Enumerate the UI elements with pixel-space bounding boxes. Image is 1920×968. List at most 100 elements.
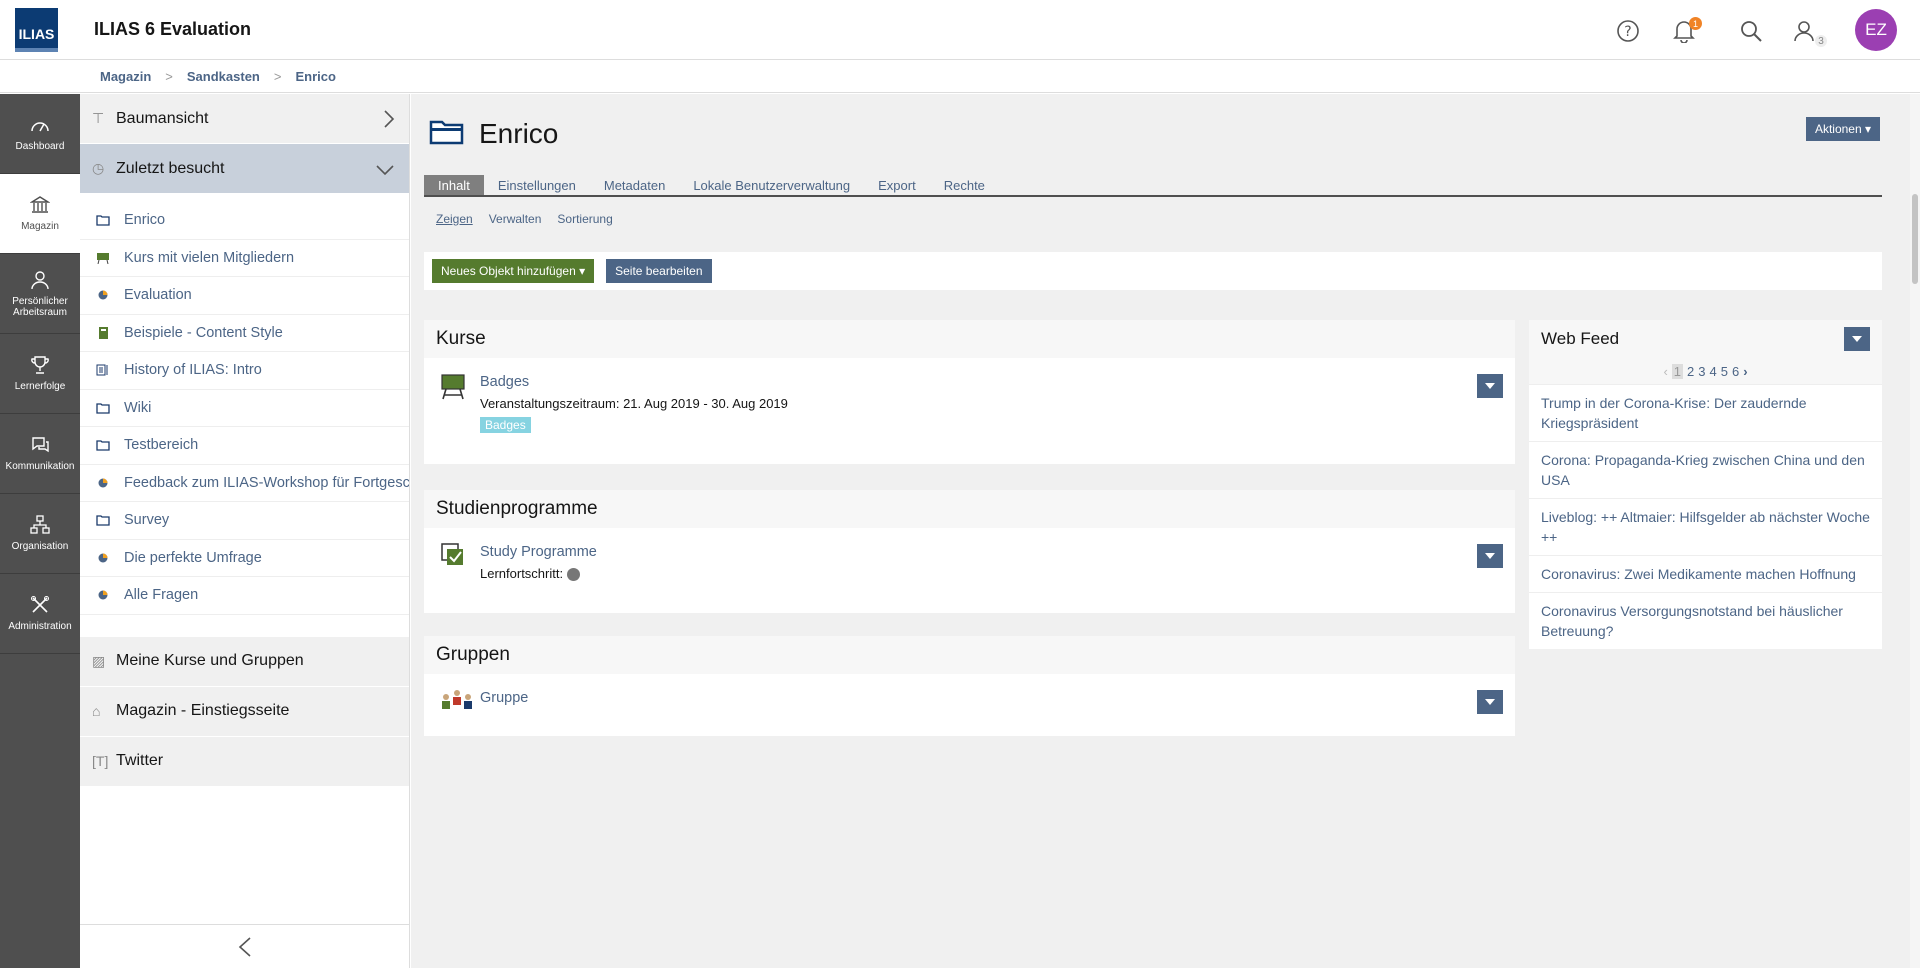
breadcrumb-item[interactable]: Sandkasten: [187, 69, 260, 84]
page-number[interactable]: 4: [1710, 364, 1717, 379]
recent-item[interactable]: Alle Fragen: [80, 577, 409, 615]
feed-item[interactable]: Liveblog: ++ Altmaier: Hilfsgelder ab nä…: [1529, 498, 1882, 555]
web-feed-actions-dropdown[interactable]: [1844, 327, 1870, 351]
learning-progress-label: Lernfortschritt:: [480, 566, 564, 581]
tab-permissions[interactable]: Rechte: [930, 175, 999, 195]
recent-item-link[interactable]: Beispiele - Content Style: [124, 325, 283, 341]
recent-item-link[interactable]: Testbereich: [124, 437, 198, 453]
breadcrumb-item[interactable]: Magazin: [100, 69, 151, 84]
notification-bell-icon[interactable]: 1: [1668, 15, 1702, 47]
tab-content[interactable]: Inhalt: [424, 175, 484, 195]
recent-item[interactable]: Die perfekte Umfrage: [80, 540, 409, 577]
group-actions-dropdown[interactable]: [1477, 690, 1503, 714]
bank-icon: ⌂: [92, 703, 101, 719]
app-title: ILIAS 6 Evaluation: [94, 19, 252, 39]
subtab-sorting[interactable]: Sortierung: [557, 212, 612, 226]
recent-item-link[interactable]: Survey: [124, 512, 169, 528]
study-programmes-panel: Studienprogramme Study Programme Lernfor…: [424, 490, 1515, 613]
folder-icon: [96, 403, 110, 414]
recent-item[interactable]: Wiki: [80, 390, 409, 427]
slate-my-courses[interactable]: ▨ Meine Kurse und Gruppen: [80, 636, 409, 687]
mainbar-administration[interactable]: Administration: [0, 574, 80, 654]
next-page-icon[interactable]: ›: [1743, 364, 1747, 379]
chevron-left-icon: [238, 936, 251, 957]
recent-item[interactable]: Kurs mit vielen Mitgliedern: [80, 240, 409, 277]
mainbar-communication[interactable]: Kommunikation: [0, 414, 80, 494]
recent-item-link[interactable]: Kurs mit vielen Mitgliedern: [124, 250, 294, 266]
user-avatar[interactable]: EZ: [1855, 9, 1897, 51]
page-number[interactable]: 5: [1721, 364, 1728, 379]
group-link[interactable]: Gruppe: [480, 690, 528, 706]
mainbar-label: Administration: [8, 621, 72, 632]
help-icon[interactable]: ?: [1612, 15, 1644, 47]
subtab-view[interactable]: Zeigen: [436, 212, 473, 226]
recent-item-link[interactable]: Feedback zum ILIAS-Workshop für Fortgesc…: [124, 475, 409, 491]
badge-tag[interactable]: Badges: [480, 417, 531, 433]
study-programme-link[interactable]: Study Programme: [480, 544, 597, 560]
tab-settings[interactable]: Einstellungen: [484, 175, 590, 195]
study-programme-actions-dropdown[interactable]: [1477, 544, 1503, 568]
collapse-slate-button[interactable]: [80, 924, 410, 968]
web-feed-title: Web Feed: [1541, 329, 1620, 348]
subtab-bar: Zeigen Verwalten Sortierung: [436, 212, 629, 226]
scrollbar-thumb[interactable]: [1912, 194, 1918, 284]
tab-metadata[interactable]: Metadaten: [590, 175, 679, 195]
caret-down-icon: [1485, 553, 1495, 559]
slate-twitter[interactable]: [T] Twitter: [80, 736, 409, 787]
recent-item-link[interactable]: Evaluation: [124, 287, 192, 303]
recent-item-link[interactable]: Alle Fragen: [124, 587, 198, 603]
main-bar: Dashboard Magazin Persönlicher Arbeitsra…: [0, 94, 80, 968]
mainbar-label: Dashboard: [15, 141, 65, 152]
mainbar-achievements[interactable]: Lernerfolge: [0, 334, 80, 414]
feed-item[interactable]: Coronavirus: Zwei Medikamente machen Hof…: [1529, 555, 1882, 592]
add-new-object-button[interactable]: Neues Objekt hinzufügen ▾: [432, 259, 595, 283]
chevron-right-icon: [384, 110, 395, 128]
feed-item[interactable]: Trump in der Corona-Krise: Der zaudernde…: [1529, 384, 1882, 441]
search-icon[interactable]: [1735, 15, 1767, 47]
recent-item[interactable]: Evaluation: [80, 277, 409, 315]
tools-icon: [31, 596, 49, 613]
actions-dropdown-button[interactable]: Aktionen ▾: [1805, 117, 1880, 141]
dashboard-icon: [31, 122, 49, 132]
tab-local-user-admin[interactable]: Lokale Benutzerverwaltung: [679, 175, 864, 195]
edit-page-button[interactable]: Seite bearbeiten: [606, 259, 712, 283]
recent-item-link[interactable]: Wiki: [124, 400, 151, 416]
previous-page-icon[interactable]: ‹: [1663, 364, 1667, 379]
caret-down-icon: [1485, 699, 1495, 705]
recent-item[interactable]: Feedback zum ILIAS-Workshop für Fortgesc…: [80, 465, 409, 502]
feed-item[interactable]: Corona: Propaganda-Krieg zwischen China …: [1529, 441, 1882, 498]
subtab-manage[interactable]: Verwalten: [489, 212, 542, 226]
slate-repository-home[interactable]: ⌂ Magazin - Einstiegsseite: [80, 686, 409, 737]
slate-recently-visited[interactable]: ◷ Zuletzt besucht: [80, 144, 409, 194]
mainbar-dashboard[interactable]: Dashboard: [0, 94, 80, 174]
recent-item-link[interactable]: Enrico: [124, 212, 165, 228]
slate-tree-view[interactable]: ⊤ Baumansicht: [80, 94, 409, 144]
page-number[interactable]: 2: [1687, 364, 1694, 379]
feed-item[interactable]: Coronavirus Versorgungsnotstand bei häus…: [1529, 592, 1882, 649]
mainbar-organisation[interactable]: Organisation: [0, 494, 80, 574]
page-scrollbar[interactable]: [1910, 94, 1920, 968]
recent-item[interactable]: History of ILIAS: Intro: [80, 352, 409, 390]
tab-export[interactable]: Export: [864, 175, 930, 195]
course-link[interactable]: Badges: [480, 374, 529, 390]
breadcrumb-item[interactable]: Enrico: [295, 69, 335, 84]
ilias-logo[interactable]: ILIAS: [15, 8, 58, 52]
main-content: Enrico Aktionen ▾ Inhalt Einstellungen M…: [411, 94, 1910, 968]
recent-item[interactable]: Enrico: [80, 202, 409, 240]
recent-item[interactable]: Testbereich: [80, 427, 409, 465]
mainbar-workspace[interactable]: Persönlicher Arbeitsraum: [0, 254, 80, 334]
study-programme-icon: [441, 543, 463, 565]
mainbar-repository[interactable]: Magazin: [0, 174, 80, 254]
page-number[interactable]: 1: [1671, 363, 1684, 379]
page-number[interactable]: 6: [1732, 364, 1739, 379]
recent-item-link[interactable]: History of ILIAS: Intro: [124, 362, 262, 378]
page-number[interactable]: 3: [1698, 364, 1705, 379]
courses-panel: Kurse Badges Veranstaltungszeitraum: 21.…: [424, 320, 1515, 464]
progress-status-icon: [566, 568, 580, 582]
picture-icon: ▨: [92, 652, 106, 669]
recent-item-link[interactable]: Die perfekte Umfrage: [124, 550, 262, 566]
contacts-icon[interactable]: 3: [1789, 15, 1827, 47]
course-actions-dropdown[interactable]: [1477, 374, 1503, 398]
recent-item[interactable]: Beispiele - Content Style: [80, 315, 409, 352]
recent-item[interactable]: Survey: [80, 502, 409, 540]
